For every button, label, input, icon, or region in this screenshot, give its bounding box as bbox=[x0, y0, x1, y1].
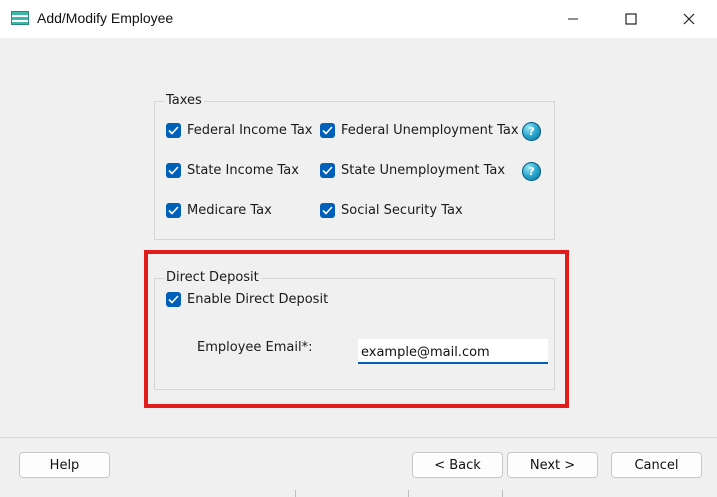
divider bbox=[295, 490, 296, 497]
checkmark-icon bbox=[320, 163, 335, 178]
cancel-button[interactable]: Cancel bbox=[611, 452, 702, 478]
federal-income-tax-checkbox[interactable]: Federal Income Tax bbox=[166, 123, 313, 138]
window-title: Add/Modify Employee bbox=[37, 10, 174, 26]
state-unemployment-tax-checkbox[interactable]: State Unemployment Tax bbox=[320, 163, 505, 178]
divider bbox=[408, 490, 409, 497]
federal-unemployment-tax-checkbox[interactable]: Federal Unemployment Tax bbox=[320, 123, 519, 138]
checkmark-icon bbox=[320, 203, 335, 218]
checkbox-label: State Unemployment Tax bbox=[341, 163, 506, 178]
help-icon[interactable]: ? bbox=[522, 122, 541, 141]
taxes-group-label: Taxes bbox=[164, 93, 204, 108]
maximize-button[interactable] bbox=[602, 0, 660, 38]
back-button[interactable]: < Back bbox=[412, 452, 503, 478]
app-icon bbox=[11, 11, 29, 25]
checkmark-icon bbox=[320, 123, 335, 138]
close-button[interactable] bbox=[660, 0, 717, 38]
medicare-tax-checkbox[interactable]: Medicare Tax bbox=[166, 203, 272, 218]
minimize-icon bbox=[568, 18, 578, 20]
checkbox-label: Federal Income Tax bbox=[187, 123, 313, 138]
checkbox-label: Medicare Tax bbox=[187, 203, 272, 218]
maximize-icon bbox=[625, 13, 637, 25]
minimize-button[interactable] bbox=[544, 0, 602, 38]
next-button[interactable]: Next > bbox=[507, 452, 598, 478]
social-security-tax-checkbox[interactable]: Social Security Tax bbox=[320, 203, 463, 218]
divider bbox=[502, 490, 503, 497]
checkmark-icon bbox=[166, 203, 181, 218]
checkbox-label: State Income Tax bbox=[187, 163, 299, 178]
close-icon bbox=[683, 13, 695, 25]
footer-divider bbox=[0, 437, 717, 438]
help-button[interactable]: Help bbox=[19, 452, 110, 478]
checkmark-icon bbox=[166, 123, 181, 138]
title-bar: Add/Modify Employee bbox=[0, 0, 717, 38]
checkmark-icon bbox=[166, 163, 181, 178]
checkbox-label: Social Security Tax bbox=[341, 203, 463, 218]
help-icon[interactable]: ? bbox=[522, 162, 541, 181]
checkbox-label: Federal Unemployment Tax bbox=[341, 123, 519, 138]
highlight-box bbox=[144, 250, 569, 408]
state-income-tax-checkbox[interactable]: State Income Tax bbox=[166, 163, 299, 178]
